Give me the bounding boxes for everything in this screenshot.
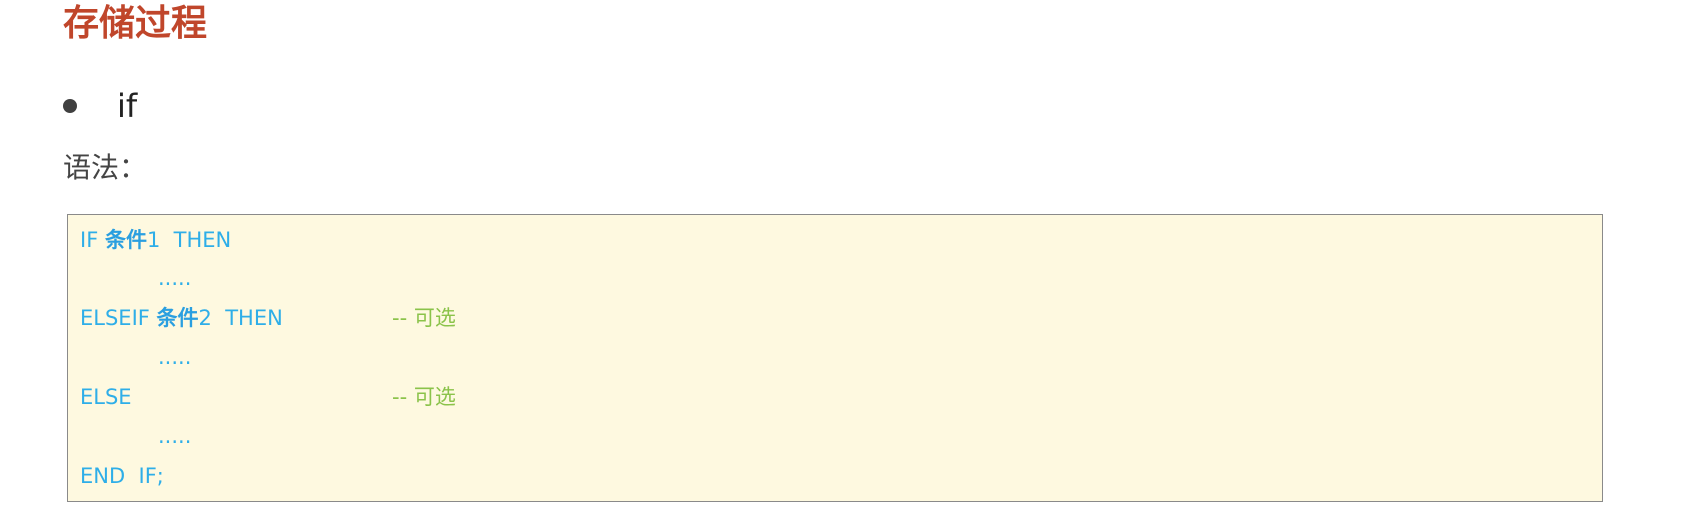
code-condition: 条件: [104, 228, 147, 252]
bullet-item: if: [63, 86, 137, 126]
code-keyword: IF: [80, 228, 105, 252]
code-line-else: ELSE: [80, 382, 132, 412]
code-block: IF 条件1 THEN ..... ELSEIF 条件2 THEN -- 可选 …: [67, 214, 1603, 502]
code-keyword: ELSE: [80, 385, 132, 409]
bullet-dot-icon: [63, 99, 77, 113]
code-condition: 条件: [156, 306, 199, 330]
code-line-body: .....: [80, 421, 191, 451]
page-title: 存储过程: [63, 3, 208, 44]
code-keyword: ELSEIF: [80, 306, 157, 330]
code-keyword: 2 THEN: [198, 306, 283, 330]
code-ellipsis: .....: [158, 345, 192, 369]
code-ellipsis: .....: [158, 266, 192, 290]
bullet-text: if: [117, 87, 138, 125]
code-line-if: IF 条件1 THEN: [80, 225, 231, 255]
code-line-body: .....: [80, 342, 191, 372]
code-comment: -- 可选: [392, 385, 456, 409]
code-line-end-if: END IF;: [80, 464, 164, 488]
code-comment: -- 可选: [392, 306, 456, 330]
code-line-body: .....: [80, 263, 191, 293]
syntax-label: 语法：: [63, 151, 148, 184]
code-ellipsis: .....: [158, 424, 192, 448]
code-keyword: 1 THEN: [146, 228, 232, 252]
code-line-elseif: ELSEIF 条件2 THEN: [80, 303, 283, 333]
